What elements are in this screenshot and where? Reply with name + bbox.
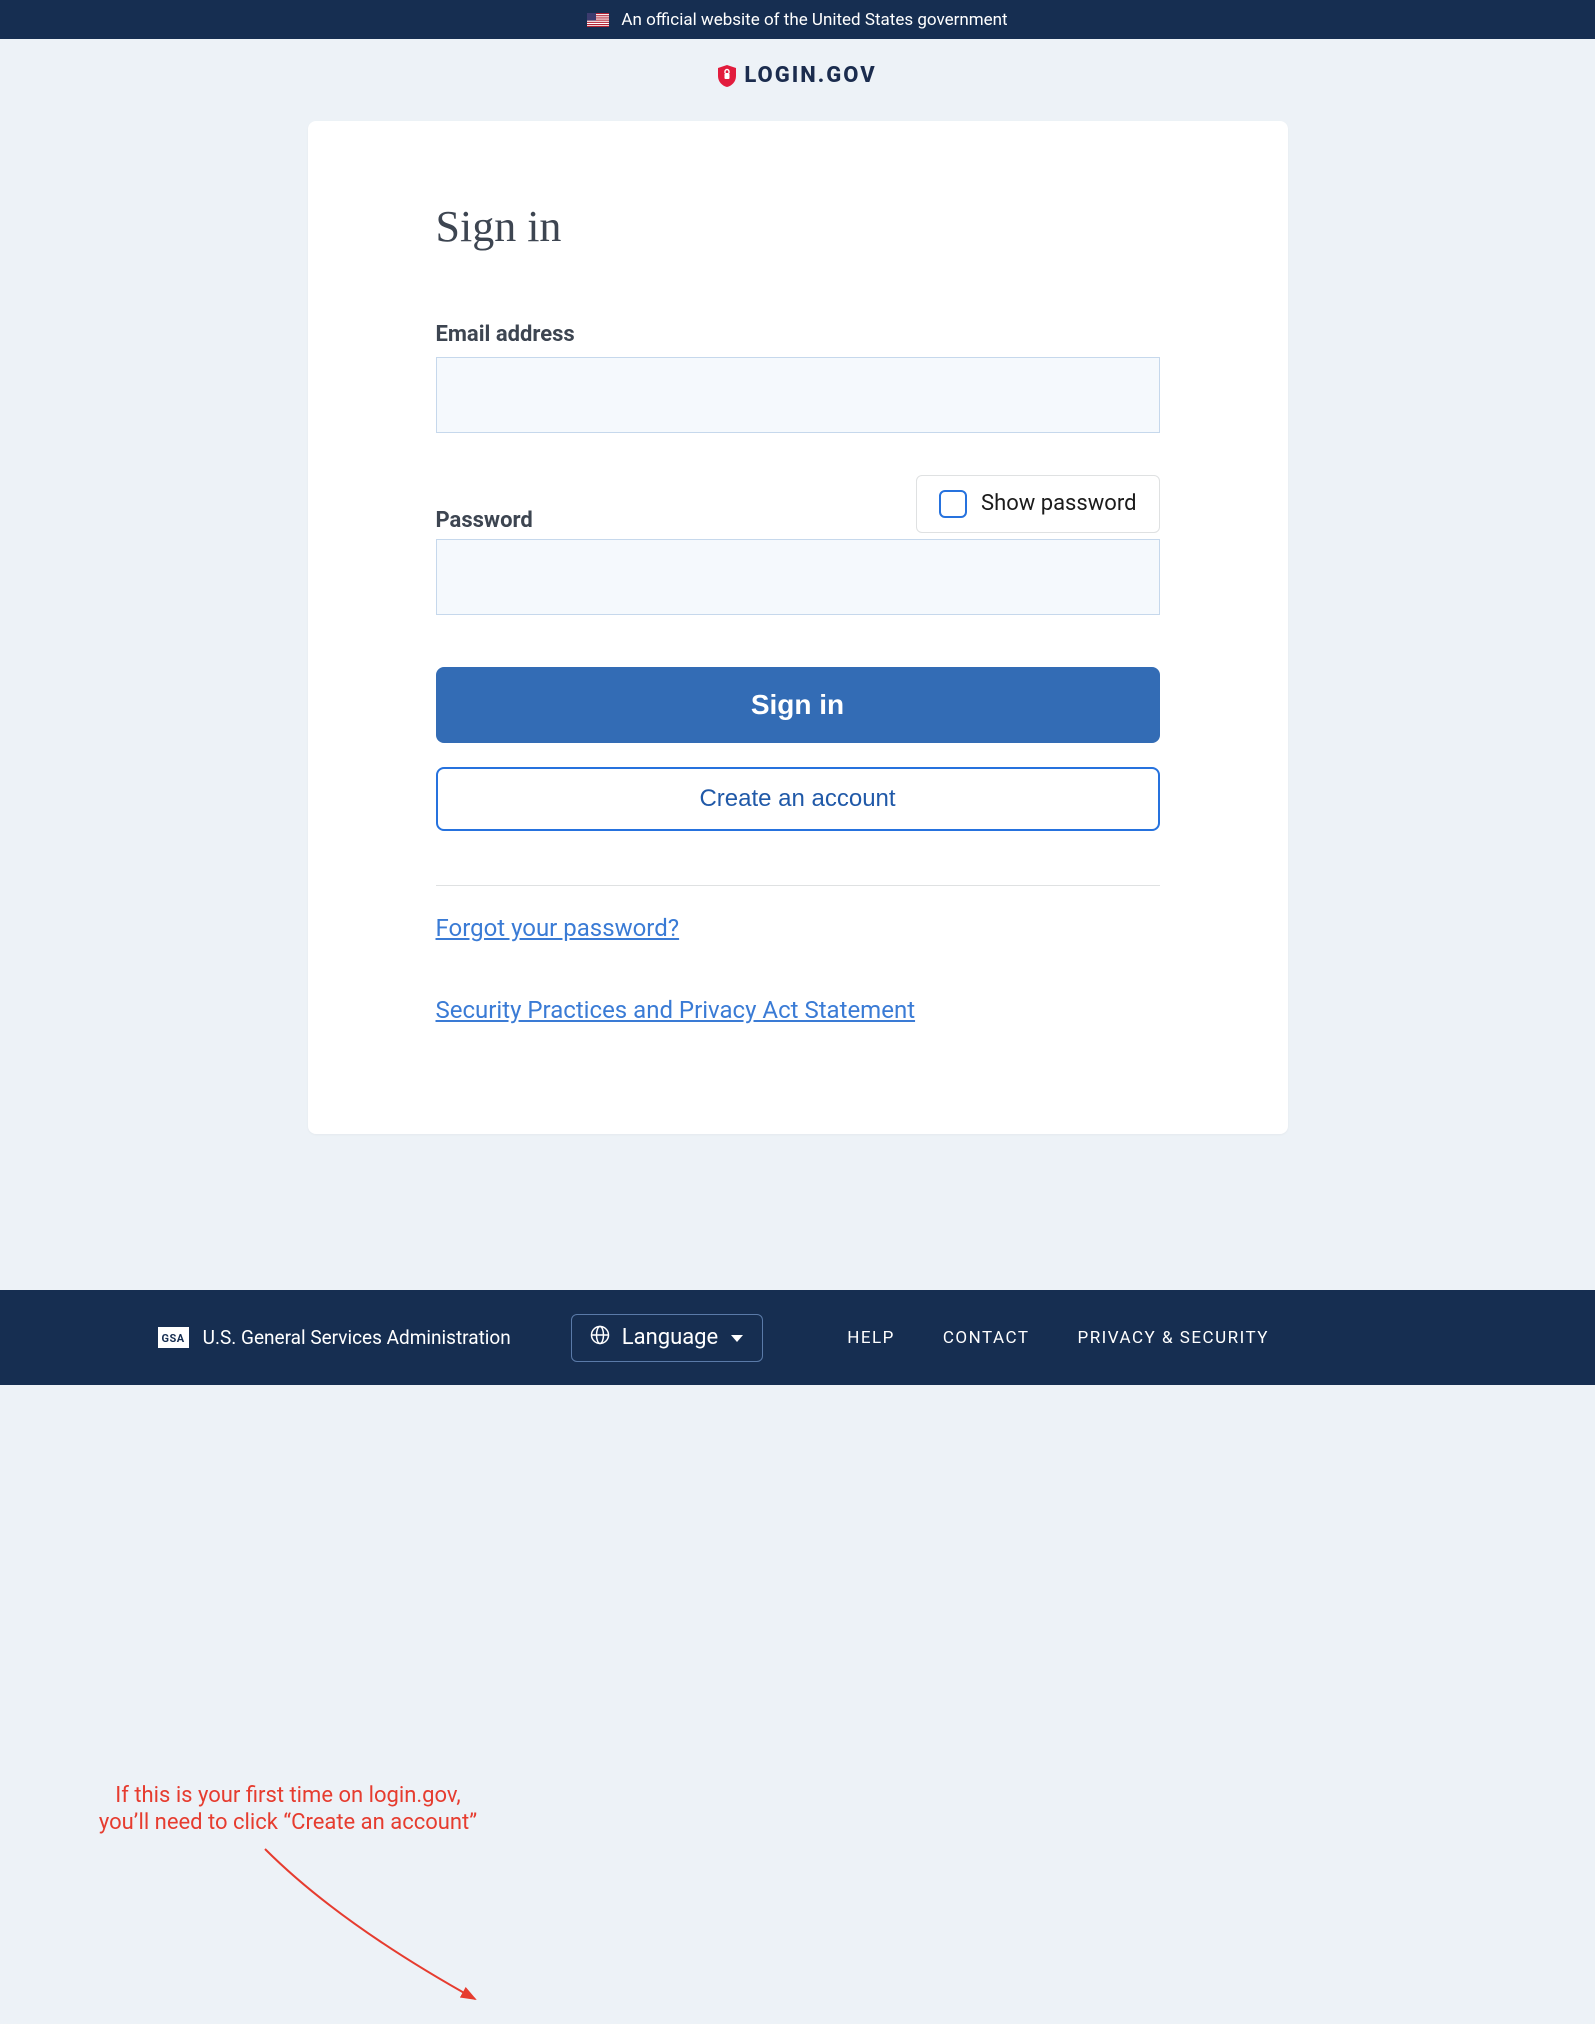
checkbox-icon — [939, 490, 967, 518]
shield-icon — [718, 65, 736, 87]
footer-link-help[interactable]: HELP — [847, 1328, 895, 1348]
signin-button[interactable]: Sign in — [436, 667, 1160, 743]
password-field-group: Password Show password — [436, 475, 1160, 615]
us-flag-icon — [587, 13, 609, 27]
footer-link-contact[interactable]: CONTACT — [943, 1328, 1030, 1348]
language-label: Language — [622, 1325, 718, 1350]
logo-text: LOGIN.GOV — [744, 63, 876, 88]
annotation-line-1: If this is your first time on login.gov, — [38, 1782, 538, 1810]
gov-banner-text: An official website of the United States… — [621, 10, 1007, 30]
forgot-password-link[interactable]: Forgot your password? — [436, 914, 680, 942]
show-password-toggle[interactable]: Show password — [916, 475, 1159, 533]
arrow-icon — [250, 1844, 500, 2024]
show-password-label: Show password — [981, 491, 1136, 516]
globe-icon — [590, 1325, 610, 1351]
password-label: Password — [436, 508, 533, 533]
footer-org: GSA U.S. General Services Administration — [158, 1326, 511, 1349]
email-label: Email address — [436, 322, 1160, 347]
footer-links: HELP CONTACT PRIVACY & SECURITY — [847, 1328, 1269, 1348]
create-account-button[interactable]: Create an account — [436, 767, 1160, 831]
email-field-group: Email address — [436, 322, 1160, 433]
security-statement-link[interactable]: Security Practices and Privacy Act State… — [436, 996, 916, 1024]
signin-card: Sign in Email address Password Show pass… — [308, 121, 1288, 1134]
site-footer: GSA U.S. General Services Administration… — [0, 1290, 1595, 1385]
page-title: Sign in — [436, 201, 1160, 252]
footer-link-privacy[interactable]: PRIVACY & SECURITY — [1077, 1328, 1269, 1348]
divider: Forgot your password? Security Practices… — [436, 885, 1160, 1024]
password-input[interactable] — [436, 539, 1160, 615]
language-selector[interactable]: Language — [571, 1314, 763, 1362]
email-input[interactable] — [436, 357, 1160, 433]
gsa-badge-icon: GSA — [158, 1327, 189, 1348]
site-logo: LOGIN.GOV — [0, 39, 1595, 121]
gov-banner: An official website of the United States… — [0, 0, 1595, 39]
footer-org-text: U.S. General Services Administration — [203, 1326, 511, 1349]
caret-down-icon — [730, 1325, 744, 1350]
annotation-line-2: you’ll need to click “Create an account” — [38, 1809, 538, 1837]
